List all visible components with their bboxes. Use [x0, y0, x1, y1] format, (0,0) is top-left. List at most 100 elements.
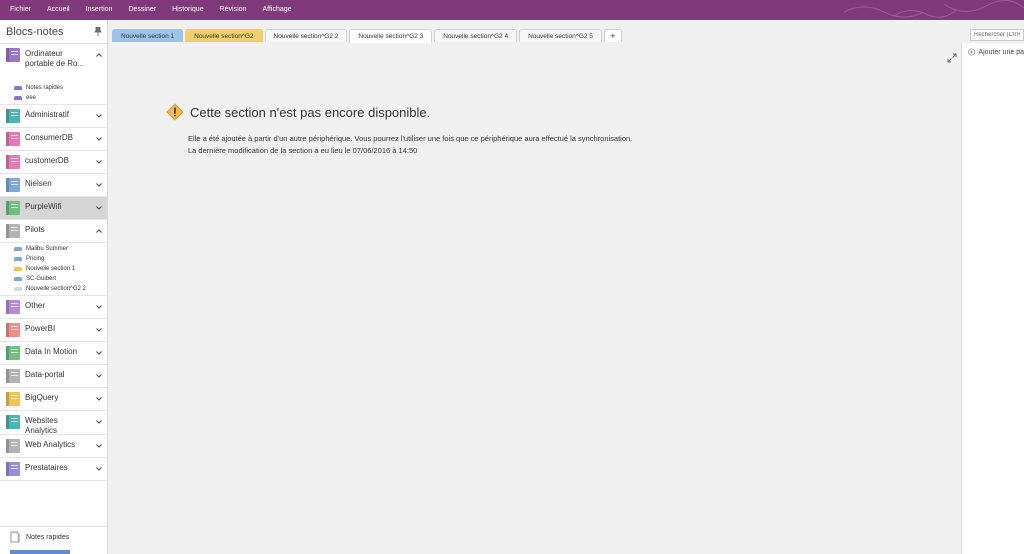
notebook-icon [6, 369, 20, 383]
notebook-name: Data-portal [25, 370, 65, 379]
section-list: Notes rapides eee [0, 82, 107, 105]
plus-circle-icon [968, 48, 976, 56]
menu-dessiner[interactable]: Dessiner [120, 0, 164, 20]
notebook-group: Administratif [0, 105, 107, 128]
menu-insertion[interactable]: Insertion [78, 0, 121, 20]
notebook-web-analytics[interactable]: Web Analytics [0, 435, 107, 458]
section-tab-icon [14, 257, 22, 261]
chevron-down-icon[interactable] [95, 465, 103, 473]
menu-accueil[interactable]: Accueil [39, 0, 78, 20]
menu-r-vision[interactable]: Révision [212, 0, 255, 20]
chevron-down-icon[interactable] [95, 395, 103, 403]
notebook-icon [6, 48, 20, 62]
section-tab-icon [14, 247, 22, 251]
chevron-down-icon[interactable] [95, 204, 103, 212]
notebook-administratif[interactable]: Administratif [0, 105, 107, 128]
section-nouvelle-section-g2-2[interactable]: Nouvelle section^G2 2 [14, 284, 107, 294]
notebook-group: Web Analytics [0, 435, 107, 458]
chevron-up-icon[interactable] [95, 227, 103, 235]
notebook-name: Prestataires [25, 463, 68, 472]
notebook-pilots[interactable]: Pilots [0, 220, 107, 243]
chevron-down-icon[interactable] [95, 135, 103, 143]
notebook-nielsen[interactable]: Nielsen [0, 174, 107, 197]
notebook-data-in-motion[interactable]: Data In Motion [0, 342, 107, 365]
tab-nouvelle-section-g2[interactable]: Nouvelle section^G2 [185, 29, 263, 42]
chevron-down-icon[interactable] [95, 442, 103, 450]
notebook-other[interactable]: Other [0, 296, 107, 319]
section-sc-guibert[interactable]: SC-Guibert [14, 274, 107, 284]
notebook-icon [6, 201, 20, 215]
tab-nouvelle-section-g2-4[interactable]: Nouvelle section^G2 4 [434, 29, 518, 42]
notebook-icon [6, 178, 20, 192]
notebook-group: PowerBI [0, 319, 107, 342]
notebook-data-portal[interactable]: Data-portal [0, 365, 107, 388]
section-tab-icon [14, 267, 22, 271]
ribbon-decoration [843, 0, 1024, 18]
tab-nouvelle-section-g2-3[interactable]: Nouvelle section^G2 3 [349, 29, 433, 43]
chevron-down-icon[interactable] [95, 181, 103, 189]
footer-notebook-item[interactable] [10, 550, 70, 554]
notebook-customerdb[interactable]: customerDB [0, 151, 107, 174]
notebook-purplewifi[interactable]: PurpleWifi [0, 197, 107, 220]
notebook-group: Nielsen [0, 174, 107, 197]
notebook-ordinateur-portable-de-ro[interactable]: Ordinateur portable de Ro... [0, 44, 107, 82]
notebook-bigquery[interactable]: BigQuery [0, 388, 107, 411]
notebook-name: BigQuery [25, 393, 59, 402]
notebook-websites-analytics[interactable]: Websites Analytics [0, 411, 107, 435]
section-eee[interactable]: eee [14, 93, 107, 103]
message-body: Elle a été ajoutée à partir d'un autre p… [188, 133, 866, 157]
notebook-name: Other [25, 301, 46, 310]
chevron-down-icon[interactable] [95, 372, 103, 380]
chevron-down-icon[interactable] [95, 303, 103, 311]
notebook-group: BigQuery [0, 388, 107, 411]
notebook-icon [6, 346, 20, 360]
section-name: eee [26, 95, 37, 101]
chevron-down-icon[interactable] [95, 158, 103, 166]
section-tab-icon [14, 96, 22, 100]
section-tab-icon [14, 287, 22, 291]
quick-notes-link[interactable]: Notes rapides [0, 527, 107, 543]
section-malibu-summer[interactable]: Malibu Summer [14, 244, 107, 254]
notebook-name: Nielsen [25, 179, 52, 188]
notebook-group: customerDB [0, 151, 107, 174]
message-line-1: Elle a été ajoutée à partir d'un autre p… [188, 134, 633, 143]
message-title: Cette section n'est pas encore disponibl… [190, 104, 431, 120]
search-input[interactable] [970, 29, 1024, 41]
tab-nouvelle-section-g2-5[interactable]: Nouvelle section^G2 5 [519, 29, 602, 42]
chevron-up-icon[interactable] [95, 51, 103, 59]
notebook-list: Ordinateur portable de Ro... Notes rapide… [0, 44, 107, 481]
chevron-down-icon[interactable] [95, 326, 103, 334]
section-nouvelle-section-1[interactable]: Nouvelle section 1 [14, 264, 107, 274]
notebook-name: Administratif [25, 110, 70, 119]
chevron-down-icon[interactable] [95, 418, 103, 426]
ribbon: Fichier Accueil Insertion Dessiner Historiqu… [0, 0, 1024, 20]
section-pricing[interactable]: Pricing [14, 254, 107, 264]
expand-icon[interactable] [947, 53, 957, 63]
notebook-powerbi[interactable]: PowerBI [0, 319, 107, 342]
notebook-icon [6, 109, 20, 123]
notebook-icon [6, 155, 20, 169]
menu-historique[interactable]: Historique [164, 0, 212, 20]
tab-nouvelle-section-g2-2[interactable]: Nouvelle section^G2 2 [264, 29, 348, 42]
add-section-button[interactable]: + [603, 29, 622, 42]
notebook-name: Ordinateur portable de Ro... [25, 49, 85, 68]
notebook-group: Data-portal [0, 365, 107, 388]
chevron-down-icon[interactable] [95, 349, 103, 357]
notebook-group: Pilots Malibu Summer Pricing Nouvelle secti… [0, 220, 107, 296]
section-notes-rapides[interactable]: Notes rapides [14, 83, 107, 93]
menu-fichier[interactable]: Fichier [2, 0, 39, 20]
notebook-icon [6, 439, 20, 453]
tab-nouvelle-section-1[interactable]: Nouvelle section 1 [112, 29, 184, 42]
notebook-icon [6, 224, 20, 238]
menu-affichage[interactable]: Affichage [254, 0, 299, 20]
chevron-down-icon[interactable] [95, 112, 103, 120]
notebook-icon [6, 323, 20, 337]
sidebar-header: Blocs-notes [0, 20, 107, 44]
notebook-name: PowerBI [25, 324, 56, 333]
pin-icon[interactable] [93, 27, 103, 37]
notebook-icon [6, 415, 20, 429]
notebook-prestataires[interactable]: Prestataires [0, 458, 107, 481]
notebook-consumerdb[interactable]: ConsumerDB [0, 128, 107, 151]
section-name: Pricing [26, 256, 45, 262]
add-page-button[interactable]: Ajouter une pa [962, 43, 1024, 57]
